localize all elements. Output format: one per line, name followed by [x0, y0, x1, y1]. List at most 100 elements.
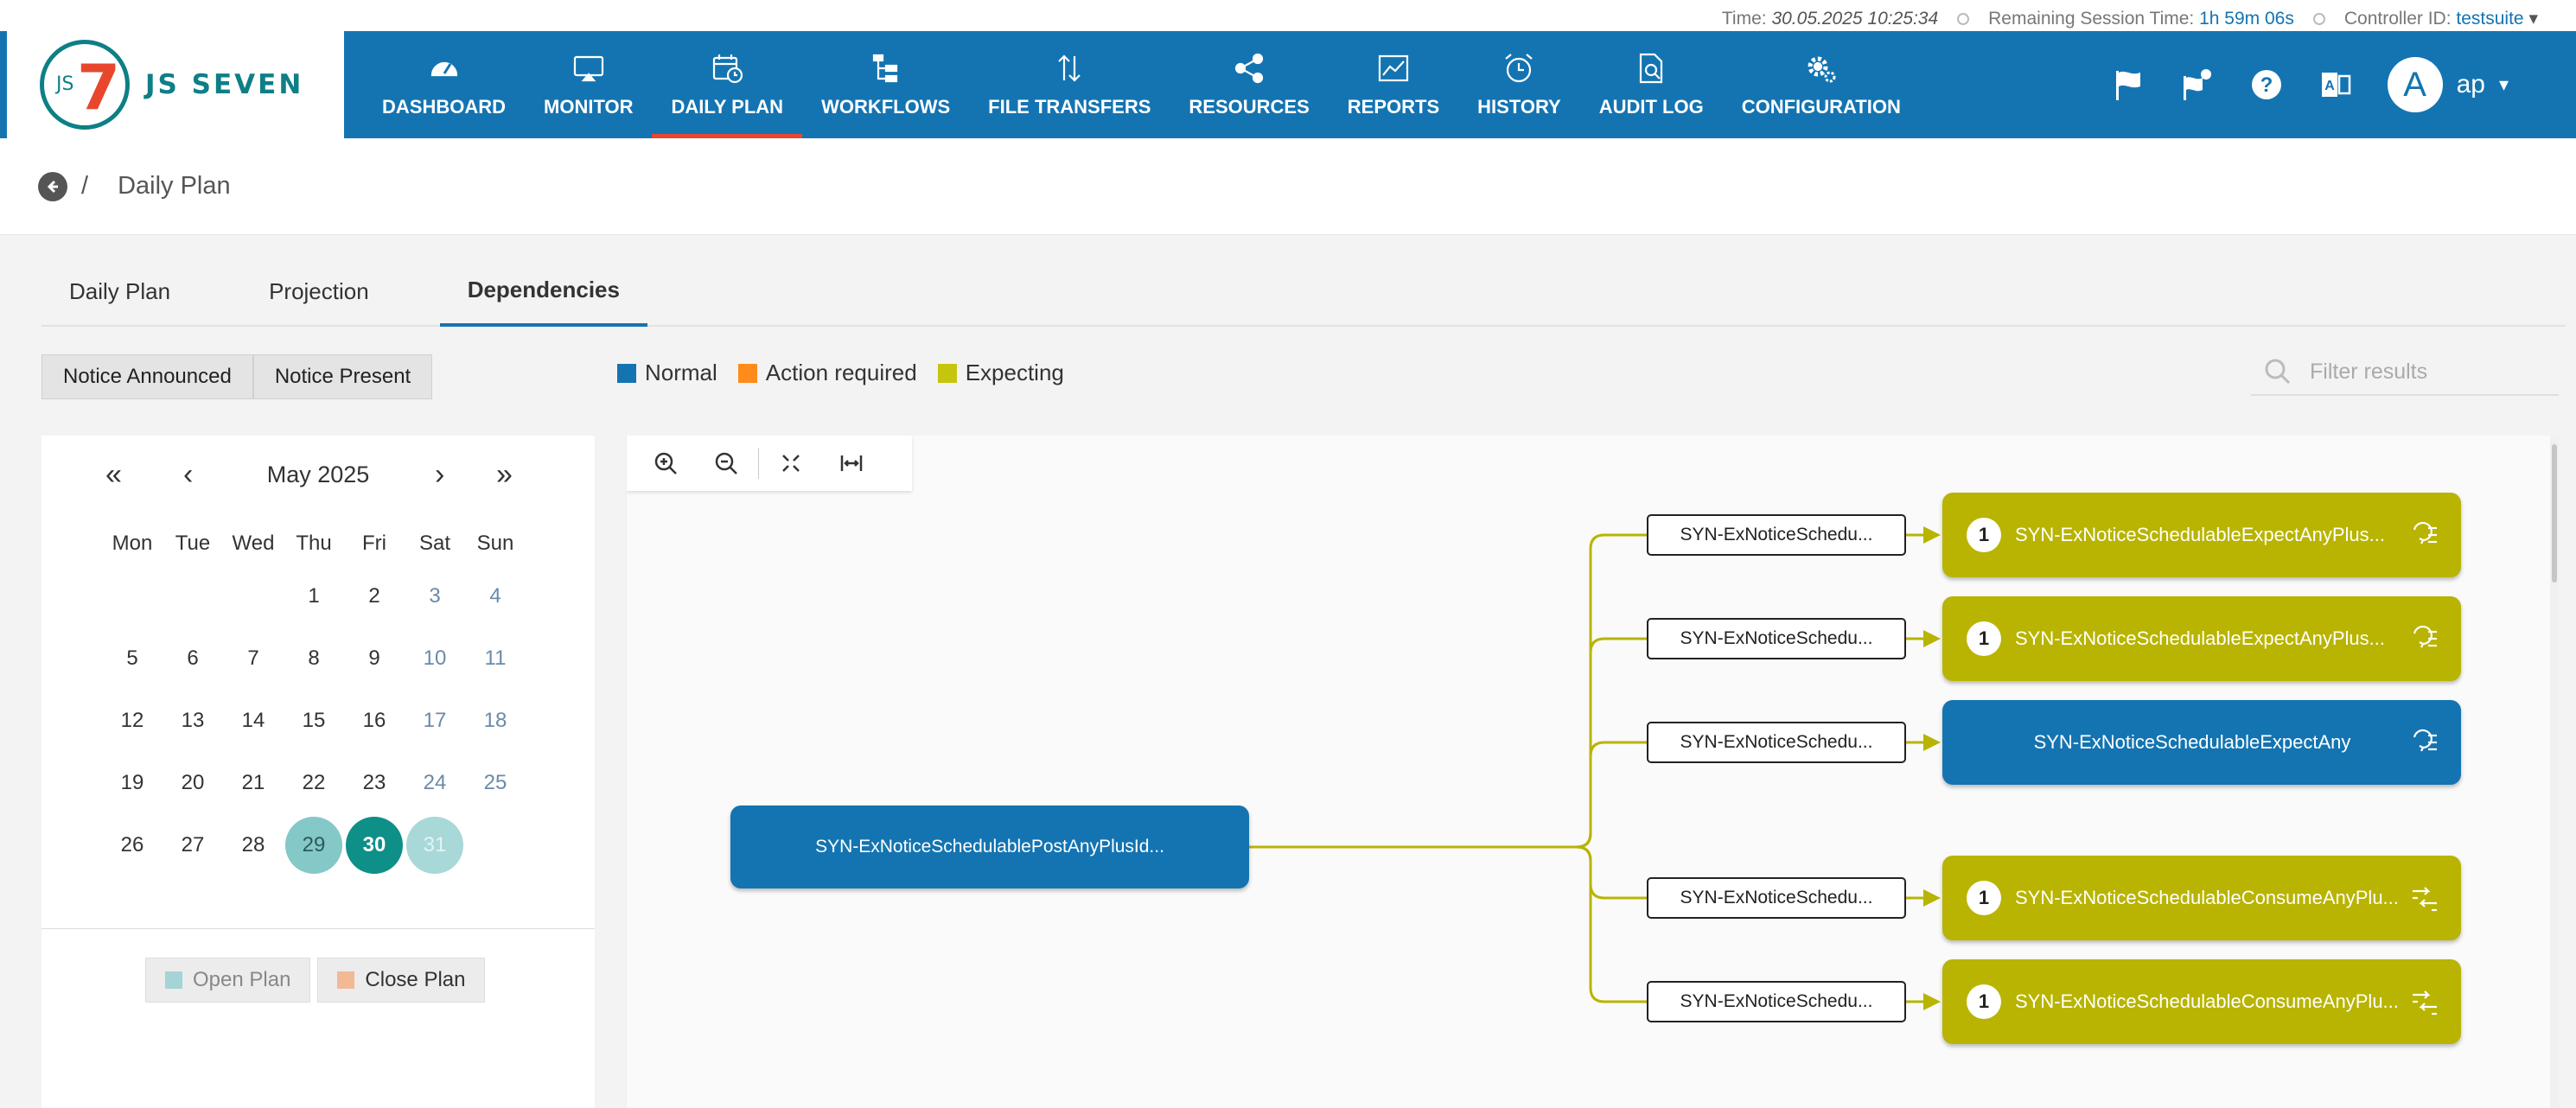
calendar-day[interactable]: 13	[163, 692, 223, 749]
calendar-day[interactable]: 14	[223, 692, 284, 749]
edge-to-notice	[1576, 845, 1647, 1003]
toolbar-divider	[758, 448, 759, 479]
notice-announced-button[interactable]: Notice Announced	[41, 354, 253, 399]
calendar-day[interactable]: 23	[344, 755, 405, 812]
legend-expecting: Expecting	[937, 360, 1064, 386]
close-plan-button[interactable]: Close Plan	[317, 958, 486, 1003]
notice-board-node[interactable]: SYN-ExNoticeSchedu...	[1647, 877, 1906, 919]
calendar-day[interactable]: 6	[163, 630, 223, 687]
menu-item-workflows[interactable]: WORKFLOWS	[802, 31, 969, 138]
search-input[interactable]: Filter results	[2310, 360, 2427, 385]
plan-status-legend: Open Plan Close Plan	[145, 958, 486, 1003]
notice-board-node[interactable]: SYN-ExNoticeSchedu...	[1647, 722, 1906, 763]
calendar-day[interactable]: 27	[163, 817, 223, 874]
flag-icon[interactable]	[2111, 67, 2146, 102]
menu-item-dashboard[interactable]: DASHBOARD	[363, 31, 525, 138]
calendar-day[interactable]: 1	[284, 568, 344, 625]
flag-settings-icon[interactable]	[2180, 67, 2215, 102]
order-count-badge: 1	[1967, 984, 2001, 1019]
calendar-day[interactable]: 22	[284, 755, 344, 812]
open-plan-button[interactable]: Open Plan	[145, 958, 311, 1003]
language-icon[interactable]: A	[2318, 67, 2353, 102]
zoom-out-icon[interactable]	[713, 450, 739, 476]
calendar-empty-cell	[223, 568, 284, 625]
dependent-workflow-node[interactable]: 1 SYN-ExNoticeSchedulableExpectAnyPlus...	[1942, 596, 2461, 681]
zoom-in-icon[interactable]	[653, 450, 679, 476]
session-readout: Remaining Session Time: 1h 59m 06s	[1988, 8, 2294, 29]
legend-action-required: Action required	[737, 360, 917, 386]
calendar-month-title[interactable]: May 2025	[267, 462, 370, 488]
fit-to-screen-icon[interactable]	[778, 450, 804, 476]
calendar-day[interactable]: 2	[344, 568, 405, 625]
next-year-icon[interactable]: »	[496, 458, 513, 492]
menu-item-audit-log[interactable]: AUDIT LOG	[1580, 31, 1723, 138]
menu-item-configuration[interactable]: CONFIGURATION	[1723, 31, 1920, 138]
transfer-arrows-icon	[1058, 54, 1081, 82]
filter-search[interactable]: Filter results	[2251, 349, 2559, 396]
user-menu[interactable]: A ap ▾	[2387, 57, 2509, 112]
controller-selector[interactable]: Controller ID: testsuite ▾	[2344, 8, 2538, 29]
calendar-day[interactable]: 19	[102, 755, 163, 812]
weekday-label: Wed	[232, 532, 275, 555]
calendar-day[interactable]: 21	[223, 755, 284, 812]
menu-item-daily-plan[interactable]: DAILY PLAN	[652, 31, 802, 138]
calendar-day[interactable]: 10	[405, 630, 465, 687]
scrollbar-thumb[interactable]	[2552, 444, 2557, 583]
notice-present-button[interactable]: Notice Present	[252, 354, 433, 399]
tab-projection[interactable]: Projection	[241, 256, 397, 327]
calendar-day[interactable]: 11	[465, 630, 526, 687]
calendar-day[interactable]: 8	[284, 630, 344, 687]
calendar-day[interactable]: 26	[102, 817, 163, 874]
caret-down-icon: ▾	[2528, 9, 2538, 29]
calendar-day[interactable]: 29	[284, 817, 344, 874]
calendar-day[interactable]: 12	[102, 692, 163, 749]
notice-board-node[interactable]: SYN-ExNoticeSchedu...	[1647, 514, 1906, 556]
calendar-day[interactable]: 25	[465, 755, 526, 812]
dependent-workflow-node[interactable]: 1 SYN-ExNoticeSchedulableConsumeAnyPlu...	[1942, 959, 2461, 1044]
edge-arrowhead	[1923, 526, 1941, 544]
weekday-label: Mon	[112, 532, 153, 555]
back-arrow-icon[interactable]	[38, 171, 67, 201]
help-icon[interactable]: ?	[2249, 67, 2284, 102]
dependent-workflow-node[interactable]: 1 SYN-ExNoticeSchedulableExpectAnyPlus...	[1942, 493, 2461, 577]
calendar-day[interactable]: 28	[223, 817, 284, 874]
workflow-tree-icon	[872, 54, 897, 83]
workflow-label: SYN-ExNoticeSchedulableExpectAny	[2033, 731, 2351, 753]
workflow-label: SYN-ExNoticeSchedulableExpectAnyPlus...	[2015, 627, 2385, 649]
vertical-scrollbar[interactable]	[2550, 436, 2559, 1108]
notice-board-node[interactable]: SYN-ExNoticeSchedu...	[1647, 981, 1906, 1022]
prev-month-icon[interactable]: ‹	[183, 458, 193, 492]
menu-item-resources[interactable]: RESOURCES	[1170, 31, 1328, 138]
tab-daily-plan[interactable]: Daily Plan	[41, 256, 198, 327]
calendar-day[interactable]: 17	[405, 692, 465, 749]
fit-width-icon[interactable]	[838, 450, 864, 476]
calendar-day[interactable]: 7	[223, 630, 284, 687]
notice-board-node[interactable]: SYN-ExNoticeSchedu...	[1647, 618, 1906, 659]
dependent-workflow-node[interactable]: 1 SYN-ExNoticeSchedulableConsumeAnyPlu...	[1942, 856, 2461, 940]
calendar-day[interactable]: 18	[465, 692, 526, 749]
calendar-day[interactable]: 20	[163, 755, 223, 812]
menu-item-reports[interactable]: REPORTS	[1329, 31, 1458, 138]
logo[interactable]: JS 7 JS SEVEN	[7, 31, 344, 138]
prev-year-icon[interactable]: «	[105, 458, 122, 492]
divider	[41, 928, 595, 929]
calendar-day[interactable]: 4	[465, 568, 526, 625]
expect-notice-icon	[2407, 621, 2442, 656]
calendar-day[interactable]: 15	[284, 692, 344, 749]
next-month-icon[interactable]: ›	[435, 458, 444, 492]
source-workflow-node[interactable]: SYN-ExNoticeSchedulablePostAnyPlusId...	[730, 806, 1249, 888]
logo-mark: JS 7	[40, 40, 130, 130]
menu-item-history[interactable]: HISTORY	[1458, 31, 1580, 138]
calendar-day[interactable]: 3	[405, 568, 465, 625]
calendar-day[interactable]: 31	[405, 817, 465, 874]
calendar-day[interactable]: 5	[102, 630, 163, 687]
calendar-day[interactable]: 30	[344, 817, 405, 874]
calendar-day[interactable]: 16	[344, 692, 405, 749]
tab-dependencies[interactable]: Dependencies	[439, 256, 647, 327]
menu-item-file-transfers[interactable]: FILE TRANSFERS	[969, 31, 1170, 138]
search-icon	[2265, 359, 2291, 385]
dependent-workflow-node[interactable]: SYN-ExNoticeSchedulableExpectAny	[1942, 700, 2461, 785]
calendar-day[interactable]: 24	[405, 755, 465, 812]
calendar-day[interactable]: 9	[344, 630, 405, 687]
menu-item-monitor[interactable]: MONITOR	[525, 31, 652, 138]
